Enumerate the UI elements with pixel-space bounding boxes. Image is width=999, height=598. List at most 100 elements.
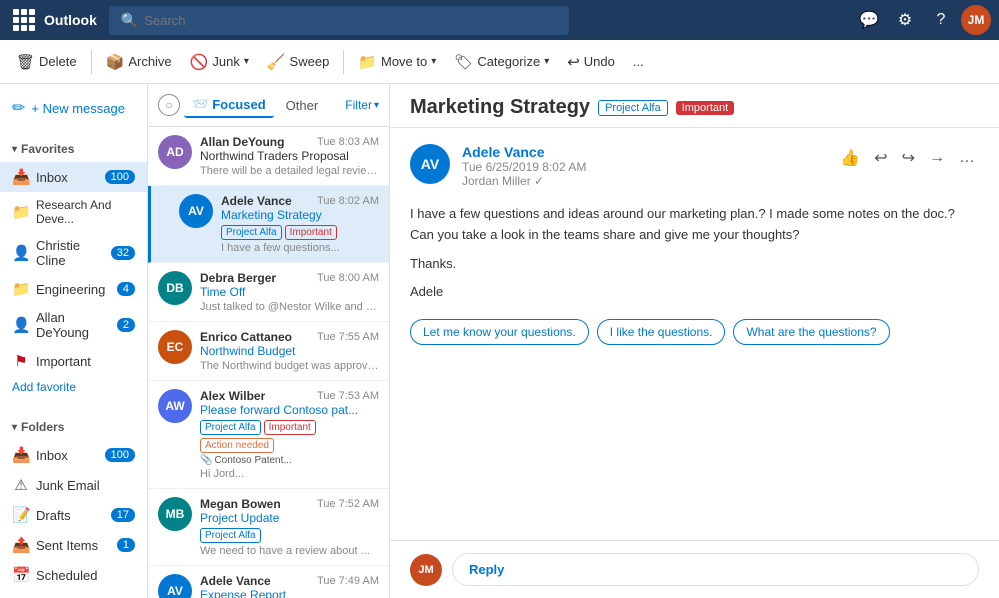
tag-action: Action needed: [200, 438, 274, 453]
sidebar-folder-deleted[interactable]: 🗑 Deleted Items 132: [0, 590, 147, 598]
undo-button[interactable]: ↩ Undo: [559, 49, 623, 75]
titlebar: Outlook 🔍 💬 ⚙ ? JM: [0, 0, 999, 40]
reply-button[interactable]: ↩: [870, 144, 891, 172]
list-item[interactable]: EC Enrico Cattaneo Tue 7:55 AM Northwind…: [148, 322, 389, 381]
app-name: Outlook: [44, 12, 97, 28]
help-icon[interactable]: ?: [925, 4, 957, 36]
sidebar-item-engineering[interactable]: 📁 Engineering 4: [0, 274, 147, 304]
folders-header[interactable]: ▾ Folders: [0, 414, 147, 440]
moveto-button[interactable]: 📁 Move to ▾: [350, 49, 444, 75]
categorize-chevron: ▾: [544, 56, 549, 67]
email-content: Enrico Cattaneo Tue 7:55 AM Northwind Bu…: [200, 330, 379, 372]
reply-input[interactable]: Reply: [452, 553, 979, 586]
chevron-down-icon-2: ▾: [12, 422, 17, 433]
add-favorite-button[interactable]: Add favorite: [0, 376, 147, 398]
tag-project: Project Alfa: [200, 528, 261, 543]
badge-important: Important: [676, 101, 734, 115]
list-item[interactable]: DB Debra Berger Tue 8:00 AM Time Off Jus…: [148, 263, 389, 322]
list-item[interactable]: AV Adele Vance Tue 8:02 AM Marketing Str…: [148, 186, 389, 263]
junk-button[interactable]: 🚫 Junk ▾: [182, 49, 257, 75]
filter-button[interactable]: Filter ▾: [345, 98, 379, 112]
favorites-section: ▾ Favorites 📥 Inbox 100 📁 Research And D…: [0, 132, 147, 402]
sidebar-item-inbox[interactable]: 📥 Inbox 100: [0, 162, 147, 192]
reading-email-body: AV Adele Vance Tue 6/25/2019 8:02 AM Jor…: [390, 128, 999, 540]
new-message-button[interactable]: ✏ + New message: [12, 92, 125, 124]
list-item[interactable]: AV Adele Vance Tue 7:49 AM Expense Repor…: [148, 566, 389, 598]
delete-icon: 🗑: [16, 53, 35, 71]
tag-project: Project Alfa: [200, 420, 261, 435]
junk2-icon: ⚠: [12, 476, 30, 494]
avatar[interactable]: JM: [961, 5, 991, 35]
sweep-button[interactable]: 🧹 Sweep: [259, 49, 337, 75]
avatar: AD: [158, 135, 192, 169]
avatar: AV: [179, 194, 213, 228]
email-content: Debra Berger Tue 8:00 AM Time Off Just t…: [200, 271, 379, 313]
toolbar-sep-1: [91, 50, 92, 74]
suggest-btn-1[interactable]: Let me know your questions.: [410, 319, 589, 345]
email-list-panel: ○ 📨 Focused Other Filter ▾ AD Allan DeYo…: [148, 84, 390, 598]
draft-icon: 📝: [12, 506, 30, 524]
tag-important: Important: [285, 225, 337, 240]
sidebar-folder-junk[interactable]: ⚠ Junk Email: [0, 470, 147, 500]
junk-chevron: ▾: [244, 56, 249, 67]
archive-icon: 📦: [106, 53, 125, 71]
search-bar[interactable]: 🔍: [109, 6, 569, 35]
avatar: AW: [158, 389, 192, 423]
delete-button[interactable]: 🗑 Delete: [8, 49, 85, 75]
sidebar-item-research[interactable]: 📁 Research And Deve...: [0, 192, 147, 232]
more-actions-button[interactable]: …: [955, 145, 979, 171]
favorites-header[interactable]: ▾ Favorites: [0, 136, 147, 162]
reading-title: Marketing Strategy: [410, 96, 590, 119]
junk-icon: 🚫: [190, 53, 209, 71]
avatar: MB: [158, 497, 192, 531]
sidebar-folder-scheduled[interactable]: 📅 Scheduled: [0, 560, 147, 590]
settings-icon[interactable]: ⚙: [889, 4, 921, 36]
reading-header: Marketing Strategy Project Alfa Importan…: [390, 84, 999, 128]
flag-icon: ⚑: [12, 352, 30, 370]
filter-circle[interactable]: ○: [158, 94, 180, 116]
sidebar-item-allan[interactable]: 👤 Allan DeYoung 2: [0, 304, 147, 346]
sender-avatar: AV: [410, 144, 450, 184]
sidebar-folder-inbox[interactable]: 📥 Inbox 100: [0, 440, 147, 470]
inbox-icon: 📥: [12, 168, 30, 186]
tag-project: Project Alfa: [221, 225, 282, 240]
app-grid-icon[interactable]: [8, 4, 40, 36]
inbox2-icon: 📥: [12, 446, 30, 464]
tab-focused[interactable]: 📨 Focused: [184, 92, 274, 118]
list-item[interactable]: MB Megan Bowen Tue 7:52 AM Project Updat…: [148, 489, 389, 566]
email-meta: Adele Vance Tue 6/25/2019 8:02 AM Jordan…: [462, 144, 824, 188]
email-detail-header: AV Adele Vance Tue 6/25/2019 8:02 AM Jor…: [410, 144, 979, 188]
email-content: Adele Vance Tue 7:49 AM Expense Report A…: [200, 574, 379, 598]
sidebar: ✏ + New message ▾ Favorites 📥 Inbox 100 …: [0, 84, 148, 598]
sidebar-folder-sent[interactable]: 📤 Sent Items 1: [0, 530, 147, 560]
tab-other[interactable]: Other: [278, 94, 327, 117]
more-toolbar-button[interactable]: ...: [625, 50, 652, 73]
toolbar: 🗑 Delete 📦 Archive 🚫 Junk ▾ 🧹 Sweep 📁 Mo…: [0, 40, 999, 84]
person-icon: 👤: [12, 244, 30, 262]
chat-icon[interactable]: 💬: [853, 4, 885, 36]
archive-button[interactable]: 📦 Archive: [98, 49, 180, 75]
search-icon: 🔍: [121, 12, 138, 29]
folder2-icon: 📁: [12, 280, 30, 298]
sidebar-item-important[interactable]: ⚑ Important: [0, 346, 147, 376]
reading-pane: Marketing Strategy Project Alfa Importan…: [390, 84, 999, 598]
email-list: AD Allan DeYoung Tue 8:03 AM Northwind T…: [148, 127, 389, 598]
sidebar-item-christie[interactable]: 👤 Christie Cline 32: [0, 232, 147, 274]
email-detail-actions: 👍 ↩ ↪ → …: [836, 144, 979, 172]
list-item[interactable]: AD Allan DeYoung Tue 8:03 AM Northwind T…: [148, 127, 389, 186]
filter-chevron-icon: ▾: [374, 100, 379, 111]
suggest-btn-3[interactable]: What are the questions?: [733, 319, 889, 345]
search-input[interactable]: [144, 13, 557, 28]
categorize-button[interactable]: 🏷 Categorize ▾: [446, 49, 557, 75]
sidebar-folder-drafts[interactable]: 📝 Drafts 17: [0, 500, 147, 530]
forward-button[interactable]: →: [925, 145, 949, 171]
list-item[interactable]: AW Alex Wilber Tue 7:53 AM Please forwar…: [148, 381, 389, 489]
avatar: EC: [158, 330, 192, 364]
sweep-icon: 🧹: [267, 53, 286, 71]
titlebar-actions: 💬 ⚙ ? JM: [853, 4, 991, 36]
moveto-icon: 📁: [358, 53, 377, 71]
reply-all-button[interactable]: ↪: [898, 144, 919, 172]
like-button[interactable]: 👍: [836, 144, 864, 172]
suggest-btn-2[interactable]: I like the questions.: [597, 319, 726, 345]
toolbar-sep-2: [343, 50, 344, 74]
